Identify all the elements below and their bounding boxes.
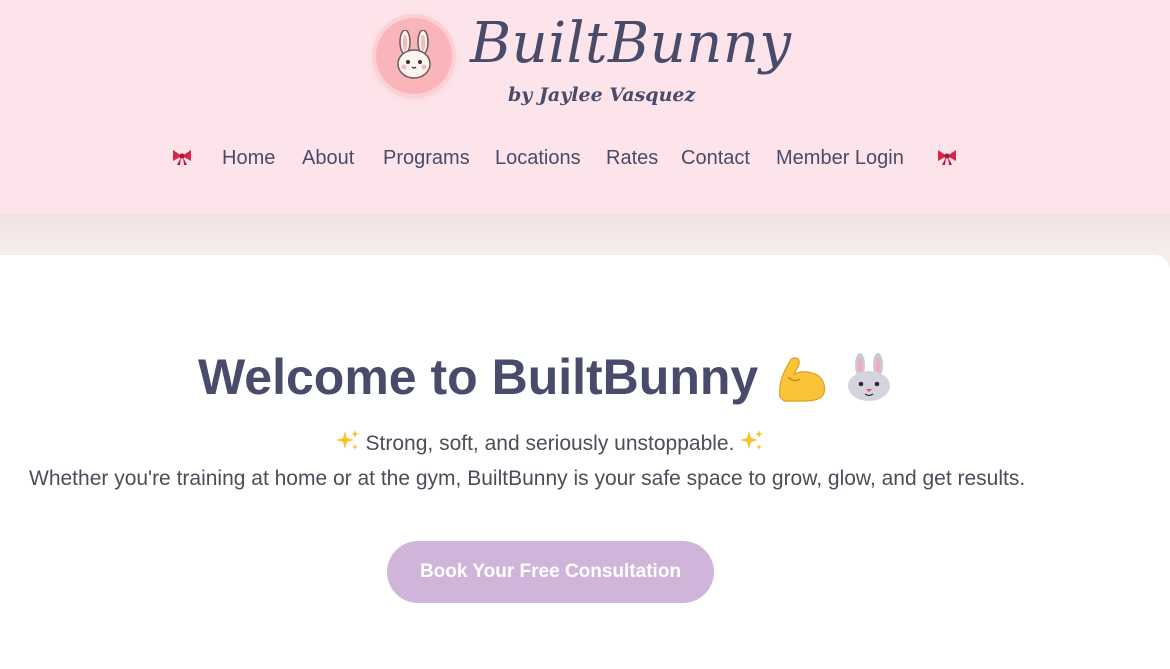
book-consultation-button[interactable]: Book Your Free Consultation [387,541,714,603]
site-header: BuiltBunny by Jaylee Vasquez Home About … [0,0,1170,214]
hero-section: Welcome to BuiltBunny Strong, soft, and … [0,255,1170,669]
sparkles-icon [335,429,360,459]
brand-subtitle: by Jaylee Vasquez [508,84,696,106]
ribbon-bow-icon [936,148,958,170]
ribbon-bow-icon [171,148,193,170]
bunny-face-icon [397,30,431,79]
nav-about[interactable]: About [302,144,354,172]
nav-rates[interactable]: Rates [606,144,658,172]
nav-contact[interactable]: Contact [681,144,750,172]
nav-locations[interactable]: Locations [495,144,581,172]
hero-description: Whether you're training at home or at th… [29,467,1026,490]
brand-title[interactable]: BuiltBunny [470,6,792,82]
divider-band [0,214,1170,258]
logo-badge[interactable] [376,18,452,94]
main-nav: Home About Programs Locations Rates Cont… [0,144,1170,174]
nav-home[interactable]: Home [222,144,275,172]
tagline-text: Strong, soft, and seriously unstoppable. [365,432,735,455]
hero-tagline: Strong, soft, and seriously unstoppable. [0,429,1100,459]
nav-programs[interactable]: Programs [383,144,470,172]
flexed-biceps-icon [774,353,828,407]
nav-member-login[interactable]: Member Login [776,144,904,172]
rabbit-face-icon [843,353,895,407]
sparkles-icon [740,429,764,459]
hero-heading: Welcome to BuiltBunny [198,349,759,405]
